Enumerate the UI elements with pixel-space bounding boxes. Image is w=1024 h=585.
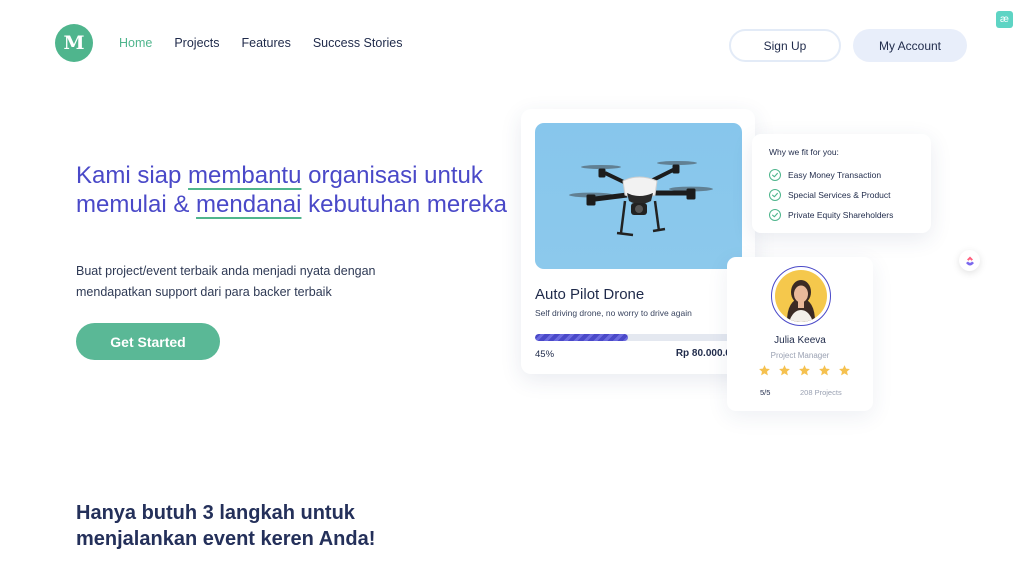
why-fit-item-label: Private Equity Shareholders	[788, 210, 894, 220]
brand-logo[interactable]: M	[55, 24, 93, 62]
nav-item-home[interactable]: Home	[119, 36, 152, 50]
why-fit-item: Easy Money Transaction	[769, 165, 931, 185]
hero-title-highlight: mendanai	[196, 191, 302, 218]
my-account-button[interactable]: My Account	[853, 29, 967, 62]
check-circle-icon	[769, 189, 781, 201]
rating-value: 5/5	[760, 388, 771, 397]
star-icon	[799, 365, 810, 376]
extension-icon[interactable]: æ	[996, 11, 1013, 28]
funding-progress-fill	[535, 334, 629, 341]
why-fit-title: Why we fit for you:	[769, 147, 839, 157]
project-card[interactable]: Auto Pilot Drone Self driving drone, no …	[521, 109, 755, 374]
why-fit-card: Why we fit for you: Easy Money Transacti…	[752, 134, 931, 233]
profile-role: Project Manager	[770, 351, 830, 360]
star-icon	[839, 365, 850, 376]
nav-item-success-stories[interactable]: Success Stories	[313, 36, 403, 50]
hero-title-part: kebutuhan mereka	[301, 191, 507, 218]
why-fit-item: Special Services & Product	[769, 185, 931, 205]
steps-section-title: Hanya butuh 3 langkah untuk menjalankan …	[76, 502, 376, 550]
profile-card[interactable]: Julia Keeva Project Manager 5/5 208 Proj…	[727, 257, 873, 411]
profile-name: Julia Keeva	[774, 335, 826, 346]
star-rating	[758, 364, 851, 377]
project-title: Auto Pilot Drone	[535, 286, 645, 303]
check-circle-icon	[769, 169, 781, 181]
project-description: Self driving drone, no worry to drive ag…	[535, 308, 692, 318]
why-fit-item-label: Special Services & Product	[788, 190, 891, 200]
check-circle-icon	[769, 209, 781, 221]
funding-progress-bar	[535, 334, 742, 341]
hero-title-highlight: membantu	[188, 162, 302, 189]
clickup-icon[interactable]	[959, 250, 980, 271]
progress-percent: 45%	[535, 349, 555, 360]
star-icon	[819, 365, 830, 376]
logo-letter: M	[63, 32, 85, 54]
hero-title-part: Kami siap	[76, 162, 189, 189]
why-fit-item-label: Easy Money Transaction	[788, 170, 882, 180]
sign-up-button[interactable]: Sign Up	[729, 29, 841, 62]
avatar	[771, 266, 831, 326]
main-nav: Home Projects Features Success Stories	[119, 36, 402, 50]
get-started-button[interactable]: Get Started	[76, 323, 220, 360]
hero-subtitle: Buat project/event terbaik anda menjadi …	[76, 264, 376, 299]
nav-item-features[interactable]: Features	[242, 36, 291, 50]
drone-image	[535, 123, 742, 269]
hero-title: Kami siap membantu organisasi untuk memu…	[76, 161, 526, 219]
project-count: 208 Projects	[800, 388, 842, 397]
star-icon	[779, 365, 790, 376]
nav-item-projects[interactable]: Projects	[174, 36, 219, 50]
why-fit-item: Private Equity Shareholders	[769, 205, 931, 225]
star-icon	[759, 365, 770, 376]
